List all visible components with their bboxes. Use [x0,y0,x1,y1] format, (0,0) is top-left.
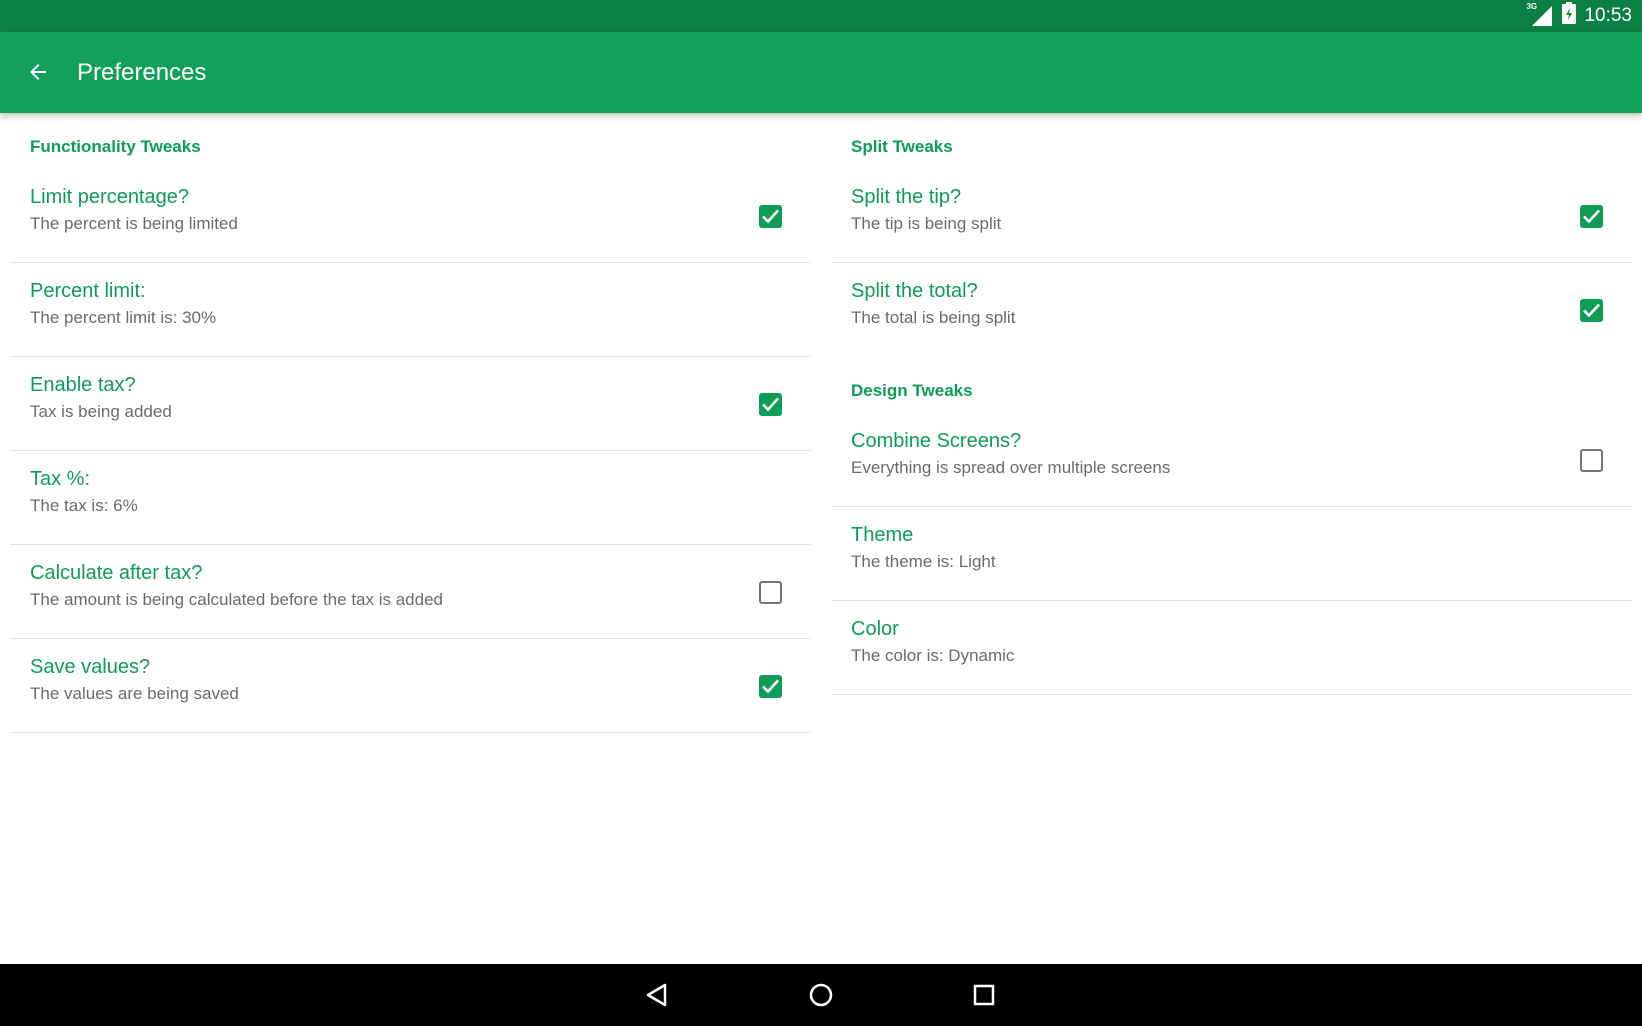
navigation-bar [0,964,1642,1026]
check-icon [762,209,779,224]
check-icon [762,397,779,412]
page-title: Preferences [77,59,207,86]
network-type-label: 3G [1526,2,1538,11]
preference-title: Split the total? [851,280,978,302]
checkbox[interactable] [759,675,782,698]
preference-title: Save values? [30,656,151,678]
preference-title: Theme [851,524,914,546]
checkbox[interactable] [759,393,782,416]
preference-item-theme[interactable]: Theme The theme is: Light [831,507,1632,601]
status-icons: 3G 10:53 [1526,0,1632,32]
status-bar: 3G 10:53 [0,0,1642,32]
recents-square-icon [973,984,995,1006]
nav-home-button[interactable] [801,975,841,1015]
preference-summary: The percent is being limited [30,214,238,233]
left-column: Functionality Tweaks Limit percentage? The… [10,113,811,733]
preference-title: Combine Screens? [851,430,1022,452]
preference-item-percent-limit[interactable]: Percent limit: The percent limit is: 30% [10,263,811,357]
preference-item-split-the-total[interactable]: Split the total? The total is being split [831,263,1632,357]
preference-title: Color [851,618,899,640]
preference-summary: The color is: Dynamic [851,646,1015,665]
right-column: Split Tweaks Split the tip? The tip is bei… [831,113,1632,695]
preference-item-color[interactable]: Color The color is: Dynamic [831,601,1632,695]
preference-item-combine-screens[interactable]: Combine Screens? Everything is spread ove… [831,421,1632,507]
nav-back-button[interactable] [637,975,677,1015]
section-header-design-tweaks: Design Tweaks [851,381,973,400]
preference-title: Percent limit: [30,280,146,302]
app-bar: Preferences [0,32,1642,113]
checkbox[interactable] [759,581,782,604]
preference-summary: Tax is being added [30,402,172,421]
back-triangle-icon [646,983,667,1007]
preference-summary: Everything is spread over multiple scree… [851,458,1171,477]
section-header-split-tweaks: Split Tweaks [851,137,953,156]
nav-recents-button[interactable] [964,975,1004,1015]
arrow-back-icon [30,64,46,80]
preference-title: Tax %: [30,468,91,490]
checkbox[interactable] [1580,449,1603,472]
preference-summary: The tax is: 6% [30,496,138,515]
preference-title: Enable tax? [30,374,136,396]
checkbox[interactable] [1580,299,1603,322]
preference-item-save-values[interactable]: Save values? The values are being saved [10,639,811,733]
preference-item-limit-percentage[interactable]: Limit percentage? The percent is being li… [10,177,811,263]
preference-item-enable-tax[interactable]: Enable tax? Tax is being added [10,357,811,451]
preferences-content: Functionality Tweaks Limit percentage? The… [0,113,1642,964]
section-header-functionality-tweaks: Functionality Tweaks [30,137,201,156]
preference-title: Split the tip? [851,186,962,208]
back-button[interactable] [18,52,58,92]
preference-summary: The tip is being split [851,214,1002,233]
preference-item-split-the-tip[interactable]: Split the tip? The tip is being split [831,177,1632,263]
preference-summary: The theme is: Light [851,552,996,571]
home-circle-icon [809,983,833,1007]
signal-icon: 3G [1526,2,1554,26]
check-icon [762,679,779,694]
checkbox[interactable] [1580,205,1603,228]
clock: 10:53 [1584,5,1632,26]
preference-title: Calculate after tax? [30,562,203,584]
preference-summary: The values are being saved [30,684,239,703]
preference-item-calculate-after-tax[interactable]: Calculate after tax? The amount is being … [10,545,811,639]
check-icon [1583,209,1600,224]
battery-icon [1562,2,1577,30]
preference-summary: The amount is being calculated before th… [30,590,443,609]
preference-summary: The percent limit is: 30% [30,308,217,327]
checkbox[interactable] [759,205,782,228]
preference-title: Limit percentage? [30,186,189,208]
preference-summary: The total is being split [851,308,1016,327]
check-icon [1583,303,1600,318]
preference-item-tax[interactable]: Tax %: The tax is: 6% [10,451,811,545]
